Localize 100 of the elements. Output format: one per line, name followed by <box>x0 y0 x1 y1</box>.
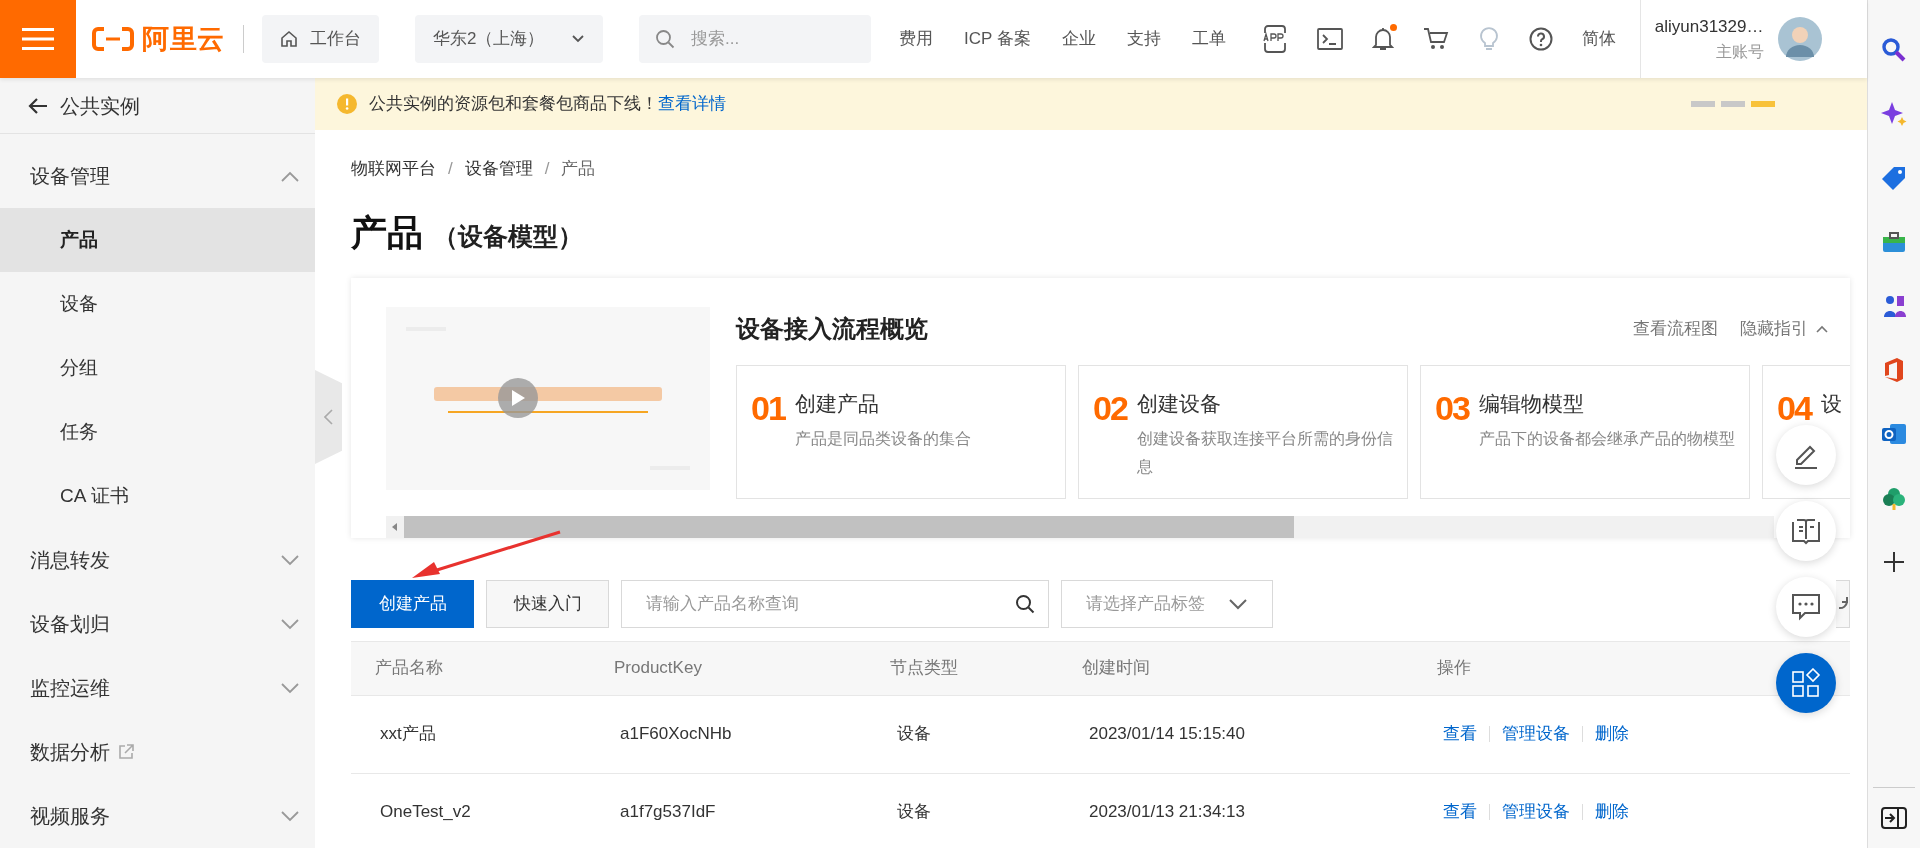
column-header: 产品名称 <box>375 657 444 680</box>
refresh-button[interactable] <box>1836 579 1850 628</box>
tree-icon[interactable] <box>1881 485 1907 511</box>
table-cell-text: OneTest_v2 <box>380 801 472 824</box>
user-name[interactable]: aliyun31329… <box>1654 14 1764 40</box>
action-link[interactable]: 删除 <box>1595 799 1629 825</box>
quick-start-button[interactable]: 快速入门 <box>486 579 609 628</box>
step-title: 设 <box>1820 390 1842 417</box>
back-link[interactable]: 公共实例 <box>0 78 315 134</box>
logo-icon <box>92 26 134 52</box>
book-icon <box>1791 517 1821 545</box>
hide-guide-link[interactable]: 隐藏指引 <box>1740 315 1828 342</box>
menu-button[interactable] <box>0 0 76 78</box>
toolbox-icon[interactable] <box>1881 229 1907 255</box>
table-cell-text: a1f7g537IdF <box>620 801 717 824</box>
nav-link[interactable]: 工单 <box>1191 26 1226 52</box>
sidebar-subitem[interactable]: 产品 <box>0 208 315 272</box>
step-title: 创建产品 <box>794 390 880 417</box>
breadcrumb-current: 产品 <box>561 158 596 180</box>
feedback-button[interactable] <box>1776 577 1836 637</box>
action-link[interactable]: 查看 <box>1443 799 1477 825</box>
nav-link[interactable]: ICP 备案 <box>964 26 1031 52</box>
action-link[interactable]: 管理设备 <box>1502 721 1570 747</box>
sidebar-subitem[interactable]: CA 证书 <box>0 464 315 528</box>
app-phone-icon[interactable] <box>1261 24 1288 54</box>
action-link[interactable]: 查看 <box>1443 721 1477 747</box>
grid-icon <box>1791 668 1821 698</box>
product-search-field[interactable]: 请输入产品名称查询 <box>621 579 1049 628</box>
breadcrumb-link[interactable]: 设备管理 <box>464 156 533 182</box>
sidebar-item[interactable]: 数据分析 <box>0 720 315 784</box>
menu-icon <box>22 27 54 51</box>
scrollbar-thumb[interactable] <box>404 515 1294 538</box>
figures-icon[interactable] <box>1881 293 1907 319</box>
bell-icon[interactable] <box>1371 26 1394 52</box>
action-link[interactable]: 管理设备 <box>1502 799 1570 825</box>
help-icon[interactable] <box>1528 27 1553 51</box>
add-icon[interactable] <box>1883 551 1905 573</box>
sidebar-item[interactable]: 消息转发 <box>0 528 315 592</box>
table-cell-text: a1F60XocNHb <box>620 723 733 746</box>
table-cell-text: 2023/01/14 15:15:40 <box>1089 723 1246 746</box>
sidebar-item[interactable]: 设备划归 <box>0 592 315 656</box>
chevron-down-icon <box>571 34 586 44</box>
nav-link[interactable]: 费用 <box>899 26 934 52</box>
sidebar-item[interactable]: 设备管理 <box>0 144 315 208</box>
sidebar-item[interactable]: 视频服务 <box>0 784 315 848</box>
terminal-icon[interactable] <box>1316 28 1343 50</box>
step-number: 03 <box>1435 387 1469 428</box>
sidebar-item[interactable]: 监控运维 <box>0 656 315 720</box>
column-header: ProductKey <box>614 657 703 680</box>
step-number: 04 <box>1777 387 1811 428</box>
section-heading: 设备接入流程概览 <box>736 313 928 344</box>
play-icon <box>510 388 526 407</box>
table-cell-text: xxt产品 <box>380 723 437 746</box>
sparkle-icon[interactable] <box>1881 101 1907 127</box>
sidebar-subitem[interactable]: 设备 <box>0 272 315 336</box>
step-number: 01 <box>751 387 785 428</box>
breadcrumb-link[interactable]: 物联网平台 <box>351 156 436 182</box>
chevron-left-icon <box>324 409 333 425</box>
nav-link[interactable]: 企业 <box>1061 26 1096 52</box>
language-link[interactable]: 简体 <box>1581 26 1616 52</box>
step-description: 创建设备获取连接平台所需的身份信息 <box>1136 429 1393 477</box>
table-cell-text: 设备 <box>897 801 932 824</box>
table-cell-text: 设备 <box>897 723 932 746</box>
step-description: 产品下的设备都会继承产品的物模型 <box>1478 429 1735 449</box>
search-icon <box>655 29 676 49</box>
collapse-sidebar-icon[interactable] <box>1881 807 1907 829</box>
sidebar-subitem[interactable]: 分组 <box>0 336 315 400</box>
external-link-icon <box>118 744 134 760</box>
column-header: 创建时间 <box>1082 657 1151 680</box>
avatar[interactable] <box>1777 17 1822 61</box>
action-link[interactable]: 删除 <box>1595 721 1629 747</box>
account-type: 主账号 <box>1715 41 1764 62</box>
tag-icon[interactable] <box>1881 165 1907 191</box>
create-product-button[interactable]: 创建产品 <box>351 579 474 628</box>
chat-icon <box>1791 593 1821 621</box>
step-title: 创建设备 <box>1136 390 1222 417</box>
docs-button[interactable] <box>1776 501 1836 561</box>
scrollbar[interactable] <box>386 515 1774 538</box>
search-icon[interactable] <box>1881 37 1907 63</box>
nav-link[interactable]: 支持 <box>1126 26 1161 52</box>
warning-icon <box>337 94 357 114</box>
step-description: 产品是同品类设备的集合 <box>794 429 971 449</box>
notice-link[interactable]: 查看详情 <box>658 91 726 117</box>
column-header: 节点类型 <box>890 657 959 680</box>
notice-text: 公共实例的资源包和套餐包商品下线！ <box>369 93 658 116</box>
step-title: 编辑物模型 <box>1478 390 1585 417</box>
chevron-down-icon <box>1228 597 1248 610</box>
page-title: 产品 <box>351 210 423 255</box>
cart-icon[interactable] <box>1422 27 1449 51</box>
breadcrumb-separator: / <box>448 158 453 180</box>
search-field[interactable]: 搜索... <box>639 15 872 63</box>
search-icon[interactable] <box>1015 593 1035 614</box>
flowchart-link[interactable]: 查看流程图 <box>1633 315 1718 342</box>
region-dropdown[interactable]: 华东2（上海） <box>415 15 604 63</box>
sidebar-subitem[interactable]: 任务 <box>0 400 315 464</box>
breadcrumb-separator: / <box>544 158 550 180</box>
mail-logo-icon[interactable] <box>1881 421 1907 447</box>
workbench-button[interactable]: 工作台 <box>262 15 380 63</box>
step-number: 02 <box>1093 387 1127 428</box>
table-cell-text: 2023/01/13 21:34:13 <box>1089 801 1246 824</box>
